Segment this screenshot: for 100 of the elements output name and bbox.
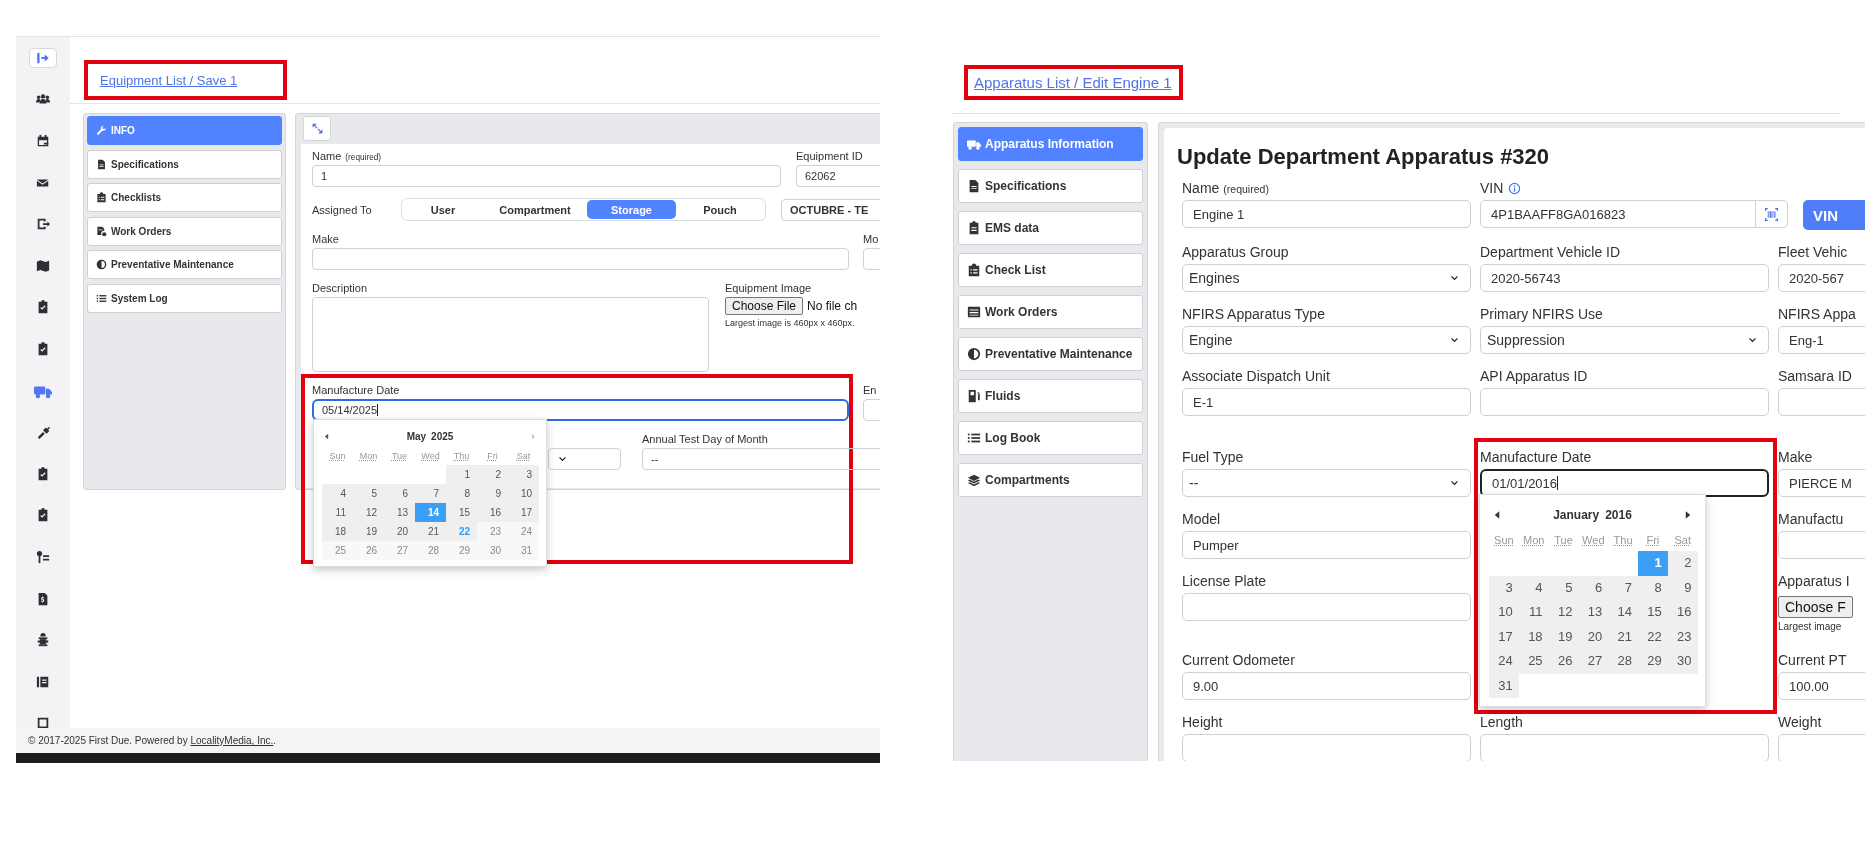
text-field[interactable]	[312, 248, 849, 270]
nav-item[interactable]: System Log	[87, 283, 282, 313]
text-field[interactable]	[1182, 593, 1471, 621]
calendar-day[interactable]: 17	[1489, 624, 1519, 649]
calendar-day[interactable]: 16	[477, 503, 508, 522]
calendar-icon[interactable]	[36, 134, 50, 148]
calendar-day[interactable]: 12	[1548, 600, 1579, 625]
logout-icon[interactable]	[36, 50, 50, 65]
dollar-document-icon[interactable]	[36, 591, 50, 606]
calendar-day[interactable]: 17	[508, 503, 539, 522]
calendar-day[interactable]: 5	[353, 484, 384, 503]
calendar-day[interactable]: 13	[384, 503, 415, 522]
nav-item[interactable]: Compartments	[958, 463, 1143, 497]
calendar-day[interactable]: 20	[1578, 624, 1609, 649]
map-icon[interactable]	[36, 258, 50, 273]
book-icon[interactable]	[36, 674, 50, 689]
calendar-day[interactable]: 20	[384, 522, 415, 541]
calendar-day[interactable]: 3	[1489, 575, 1519, 600]
select-field[interactable]: Engines	[1182, 264, 1471, 292]
text-field[interactable]: 1	[312, 165, 781, 187]
action-button[interactable]: VIN	[1803, 200, 1865, 230]
calendar-day[interactable]: 4	[322, 484, 353, 503]
file-button[interactable]: Choose F	[1778, 596, 1853, 618]
calendar-day[interactable]: 14	[1608, 600, 1638, 625]
breadcrumb-link[interactable]: Apparatus List / Edit Engine 1	[974, 74, 1172, 91]
nav-item[interactable]: Specifications	[87, 149, 282, 179]
nav-item[interactable]: Work Orders	[958, 295, 1143, 329]
calendar-day[interactable]: 18	[322, 522, 353, 541]
expand-button[interactable]	[303, 116, 331, 141]
calendar-day[interactable]: 26	[1548, 649, 1579, 674]
nav-item[interactable]: Preventative Maintenance	[87, 250, 282, 280]
nav-item[interactable]: Apparatus Information	[958, 127, 1143, 161]
calendar-day[interactable]: 27	[1578, 649, 1609, 674]
nav-item[interactable]: Specifications	[958, 169, 1143, 203]
nav-item[interactable]: Work Orders	[87, 216, 282, 246]
breadcrumb-link[interactable]: Equipment List / Save 1	[100, 72, 238, 88]
segment-option[interactable]: Pouch	[676, 200, 764, 219]
calendar-day[interactable]: 2	[477, 465, 508, 484]
sidebar-button[interactable]	[29, 47, 57, 68]
hydrant-icon[interactable]	[36, 633, 50, 648]
calendar-day[interactable]: 4	[1518, 575, 1549, 600]
segment-option[interactable]: Compartment	[483, 200, 587, 219]
clipboard-check-icon[interactable]	[36, 466, 50, 481]
scan-button[interactable]	[1756, 200, 1788, 228]
calendar-day[interactable]: 25	[1518, 649, 1549, 674]
nav-item[interactable]: Check List	[958, 253, 1143, 287]
text-field[interactable]: 2020-567	[1778, 264, 1865, 292]
calendar-day[interactable]: 29	[1638, 649, 1668, 674]
text-field[interactable]: Eng-1	[1778, 326, 1865, 354]
text-field[interactable]	[1480, 388, 1769, 416]
calendar-day[interactable]: 8	[446, 484, 477, 503]
info-icon[interactable]	[1508, 181, 1522, 195]
nav-item[interactable]: Fluids	[958, 379, 1143, 413]
calendar-day[interactable]: 30	[1667, 649, 1698, 674]
calendar-day[interactable]: 16	[1667, 600, 1698, 625]
calendar-day[interactable]: 15	[446, 503, 477, 522]
clipboard-check-icon[interactable]	[36, 300, 50, 315]
calendar-day[interactable]: 9	[477, 484, 508, 503]
nav-item[interactable]: INFO	[87, 116, 282, 145]
clipboard-check-icon[interactable]	[36, 341, 50, 356]
nav-item[interactable]: EMS data	[958, 211, 1143, 245]
calendar-day[interactable]: 21	[415, 522, 446, 541]
calendar-day[interactable]: 2	[1667, 551, 1698, 576]
key-list-icon[interactable]	[36, 549, 50, 564]
calendar-day[interactable]: 12	[353, 503, 384, 522]
text-field[interactable]: Engine 1	[1182, 200, 1471, 228]
calendar-day[interactable]: 24	[1489, 649, 1519, 674]
nav-item[interactable]: Preventative Maintenance	[958, 337, 1143, 371]
calendar-day[interactable]: 11	[322, 503, 353, 522]
text-field[interactable]: E-1	[1182, 388, 1471, 416]
nav-item[interactable]: Checklists	[87, 183, 282, 213]
text-field[interactable]: 4P1BAAFF8GA016823	[1480, 200, 1756, 228]
clipboard-check-icon[interactable]	[36, 508, 50, 523]
calendar-day[interactable]: 19	[353, 522, 384, 541]
select-field[interactable]: Engine	[1182, 326, 1471, 354]
calendar-day[interactable]: 28	[1608, 649, 1638, 674]
text-field[interactable]: 2020-56743	[1480, 264, 1769, 292]
text-field[interactable]: 100.00	[1778, 672, 1865, 700]
tool-icon[interactable]	[36, 425, 50, 440]
calendar-day[interactable]: 21	[1608, 624, 1638, 649]
calendar-day[interactable]: 1	[446, 465, 477, 484]
file-button[interactable]: Choose File	[725, 297, 804, 315]
calendar-day[interactable]: 7	[1608, 575, 1638, 600]
calendar-day[interactable]: 3	[508, 465, 539, 484]
calendar-day[interactable]: 6	[1578, 575, 1609, 600]
select-field[interactable]: Suppression	[1480, 326, 1769, 354]
text-field[interactable]: PIERCE M	[1778, 469, 1865, 497]
calendar-day[interactable]: 7	[415, 484, 446, 503]
previous-month-icon[interactable]	[322, 431, 331, 441]
calendar-day[interactable]: 13	[1578, 600, 1609, 625]
text-field[interactable]: Pumper	[1182, 531, 1471, 559]
calendar-day[interactable]: 10	[508, 484, 539, 503]
nav-item[interactable]: Log Book	[958, 421, 1143, 455]
calendar-day[interactable]: 31	[1489, 673, 1519, 698]
select-field[interactable]	[548, 448, 621, 470]
calendar-day[interactable]: 11	[1518, 600, 1549, 625]
segment-option[interactable]: User	[403, 200, 483, 219]
select-field[interactable]: --	[1182, 469, 1471, 497]
calendar-day[interactable]: 6	[384, 484, 415, 503]
select-field[interactable]: --	[642, 448, 880, 470]
